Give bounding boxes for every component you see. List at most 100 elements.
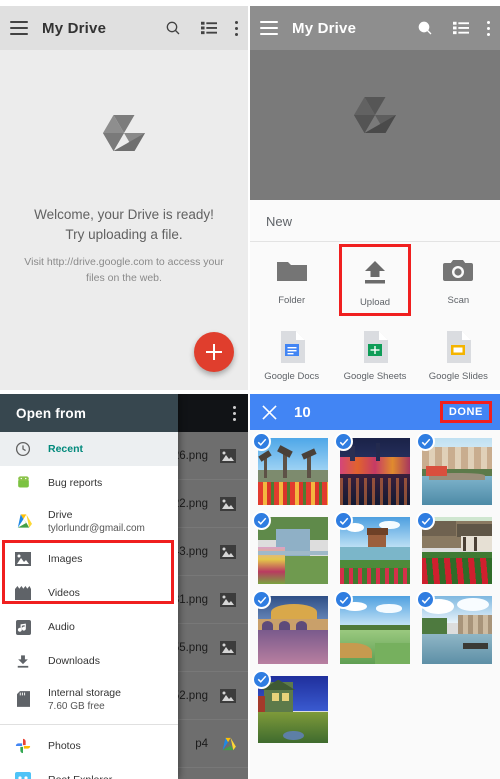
drawer-item-bug-reports[interactable]: Bug reports <box>0 466 178 500</box>
selected-check-icon[interactable] <box>416 432 435 451</box>
photo-cell[interactable] <box>334 590 416 669</box>
selected-check-icon[interactable] <box>252 669 271 689</box>
new-item-google-sheets[interactable]: Google Sheets <box>333 318 416 390</box>
search-icon[interactable] <box>162 17 184 39</box>
new-items-grid-row-2: Google Docs Google Sheets Google Slides <box>250 318 500 390</box>
done-button[interactable]: DONE <box>439 401 492 423</box>
hamburger-icon[interactable] <box>260 21 278 35</box>
list-view-icon[interactable] <box>198 17 220 39</box>
new-item-label: Google Sheets <box>343 371 407 382</box>
page-title: My Drive <box>292 19 357 37</box>
photo-cell[interactable] <box>416 432 498 511</box>
drawer-item-recent[interactable]: Recent <box>0 432 178 466</box>
sdcard-icon <box>14 690 32 708</box>
new-item-scan[interactable]: Scan <box>417 242 500 318</box>
app-bar: My Drive <box>250 6 500 50</box>
new-item-google-slides[interactable]: Google Slides <box>417 318 500 390</box>
image-file-icon <box>220 688 236 703</box>
page-title: My Drive <box>42 19 107 37</box>
photo-cell[interactable] <box>416 590 498 669</box>
file-name: 26.png <box>172 449 208 462</box>
new-item-google-docs[interactable]: Google Docs <box>250 318 333 390</box>
google-drive-logo <box>93 112 155 173</box>
welcome-line-2: Try uploading a file. <box>65 226 183 242</box>
plus-icon <box>206 344 222 360</box>
new-item-upload[interactable]: Upload <box>339 244 411 316</box>
kebab-menu-icon[interactable] <box>232 405 236 421</box>
drawer-item-drive[interactable]: Drive tylorlundr@gmail.com <box>0 500 178 542</box>
photo-cell[interactable] <box>252 511 334 590</box>
root-explorer-icon <box>14 771 32 779</box>
photo-grid <box>250 430 500 751</box>
photo-thumbnail-rowboat-river <box>340 596 410 664</box>
drawer-item-images[interactable]: Images <box>0 542 178 576</box>
hint-line-1: Visit http://drive.google.com to access … <box>24 256 224 268</box>
kebab-menu-icon[interactable] <box>234 20 238 36</box>
camera-icon <box>442 254 474 288</box>
drawer-item-videos[interactable]: Videos <box>0 576 178 610</box>
google-photos-icon <box>14 737 32 755</box>
divider <box>0 724 178 725</box>
photo-thumbnail-thatched-houses-roses <box>422 517 492 585</box>
new-item-folder[interactable]: Folder <box>250 242 333 318</box>
drawer-item-label: Recent <box>48 442 84 455</box>
selected-check-icon[interactable] <box>334 432 353 451</box>
audio-icon <box>14 618 32 636</box>
drawer-item-audio[interactable]: Audio <box>0 610 178 644</box>
file-name: 22.png <box>172 497 208 510</box>
photo-cell[interactable] <box>252 432 334 511</box>
search-icon[interactable] <box>414 17 436 39</box>
google-sheets-icon <box>362 330 388 364</box>
panel-drive-empty-state: My Drive Welcome, your Drive is ready! T… <box>0 6 248 390</box>
close-x-icon[interactable] <box>258 401 280 423</box>
sheet-header: New <box>266 214 293 229</box>
drawer-item-internal-storage[interactable]: Internal storage 7.60 GB free <box>0 678 178 720</box>
photo-thumbnail-windmills-tulips <box>258 438 328 506</box>
drawer-item-downloads[interactable]: Downloads <box>0 644 178 678</box>
google-drive-logo <box>344 94 406 155</box>
drawer-item-label: Audio <box>48 620 75 633</box>
file-name: 31.png <box>172 593 208 606</box>
photo-cell[interactable] <box>334 432 416 511</box>
panel-new-bottom-sheet: My Drive New Folder Upload Scan Google D… <box>250 6 500 390</box>
new-item-sheet: New Folder Upload Scan Google Docs Googl… <box>250 200 500 390</box>
google-drive-icon <box>14 512 32 530</box>
drawer-item-label: Bug reports <box>48 476 103 489</box>
google-slides-icon <box>445 330 472 364</box>
drawer-item-photos[interactable]: Photos <box>0 729 178 763</box>
photo-thumbnail-night-harbor-lights <box>340 438 410 506</box>
drawer-item-text: Drive tylorlundr@gmail.com <box>48 508 145 533</box>
new-item-label: Google Slides <box>428 371 488 382</box>
file-name: 55.png <box>172 641 208 654</box>
photo-cell[interactable] <box>334 511 416 590</box>
photo-cell[interactable] <box>252 590 334 669</box>
drawer-item-label: Root Explorer <box>48 773 112 779</box>
new-item-label: Upload <box>359 297 391 308</box>
drawer-item-subtitle: tylorlundr@gmail.com <box>48 522 145 534</box>
list-view-icon[interactable] <box>450 17 472 39</box>
image-file-icon <box>220 496 236 511</box>
hamburger-icon[interactable] <box>10 21 28 35</box>
drawer-item-label: Internal storage <box>48 687 121 700</box>
kebab-menu-icon[interactable] <box>486 20 490 36</box>
image-file-icon <box>220 544 236 559</box>
image-icon <box>14 550 32 568</box>
dimmed-backdrop[interactable] <box>250 50 500 200</box>
add-new-fab[interactable] <box>194 332 234 372</box>
photo-cell[interactable] <box>252 669 334 749</box>
image-file-icon <box>220 448 236 463</box>
selected-check-icon[interactable] <box>252 432 271 451</box>
open-from-drawer: Open from Recent Bug reports Drive tylor… <box>0 394 178 779</box>
upload-arrow-icon <box>361 256 389 290</box>
drawer-item-label: Photos <box>48 739 81 752</box>
folder-icon <box>276 254 308 288</box>
empty-state-body: Welcome, your Drive is ready! Try upload… <box>0 50 248 390</box>
drawer-item-root-explorer[interactable]: Root Explorer <box>0 763 178 779</box>
drawer-item-label: Images <box>48 552 83 565</box>
new-items-grid-row-1: Folder Upload Scan <box>250 242 500 318</box>
drawer-title: Open from <box>16 405 87 421</box>
file-name: 43.png <box>172 545 208 558</box>
hint-line-2: files on the web. <box>86 271 162 284</box>
photo-thumbnail-canal-boats-town <box>422 596 492 664</box>
photo-cell[interactable] <box>416 511 498 590</box>
